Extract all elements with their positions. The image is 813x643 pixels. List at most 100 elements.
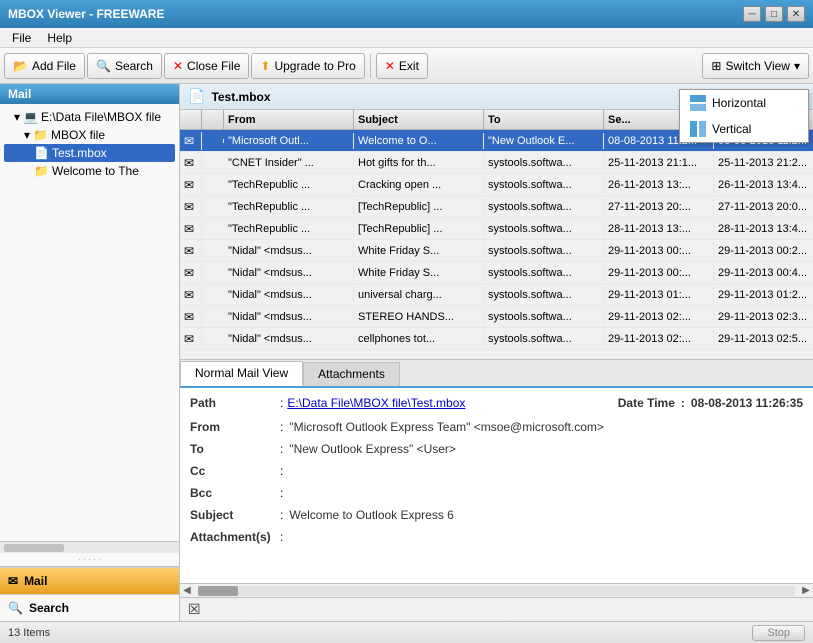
- table-row[interactable]: ✉ "Nidal" <mdsus... cellphones tot... sy…: [180, 328, 813, 350]
- tree-item-welcome[interactable]: 📁 Welcome to The: [4, 162, 175, 180]
- attachments-label: Attachment(s): [190, 530, 280, 544]
- minimize-button[interactable]: ─: [743, 6, 761, 22]
- preview-content: Path : E:\Data File\MBOX file\Test.mbox …: [180, 388, 813, 583]
- col-header-icon[interactable]: [180, 110, 202, 129]
- main-layout: Mail ▾ 💻 E:\Data File\MBOX file ▾ 📁 MBOX…: [0, 84, 813, 621]
- to-label: To: [190, 442, 280, 456]
- table-row[interactable]: ✉ "CNET Insider" ... Hot gifts for th...…: [180, 152, 813, 174]
- maximize-button[interactable]: □: [765, 6, 783, 22]
- switch-view-button[interactable]: ⊞ Switch View ▾: [702, 53, 809, 79]
- add-file-button[interactable]: 📂 Add File: [4, 53, 85, 79]
- preview-subject-row: Subject : Welcome to Outlook Express 6: [190, 508, 803, 522]
- preview-from-row: From : "Microsoft Outlook Express Team" …: [190, 420, 803, 434]
- envelope-icon: ✉: [184, 244, 194, 258]
- preview-panel: Normal Mail View Attachments Path : E:\D…: [180, 360, 813, 621]
- col-header-from[interactable]: From: [224, 110, 354, 129]
- table-row[interactable]: ✉ "TechRepublic ... Cracking open ... sy…: [180, 174, 813, 196]
- path-value[interactable]: E:\Data File\MBOX file\Test.mbox: [287, 396, 465, 410]
- right-panel: 📄 Test.mbox From Subject To Se... Receiv…: [180, 84, 813, 621]
- col-header-subject[interactable]: Subject: [354, 110, 484, 129]
- path-left: Path : E:\Data File\MBOX file\Test.mbox: [190, 396, 465, 410]
- left-panel-header: Mail: [0, 84, 179, 104]
- table-row[interactable]: ✉ "Nidal" <mdsus... universal charg... s…: [180, 284, 813, 306]
- table-row[interactable]: ✉ "TechRepublic ... [TechRepublic] ... s…: [180, 196, 813, 218]
- email-from: "Microsoft Outl...: [224, 133, 354, 149]
- bottom-nav: ✉ Mail 🔍 Search: [0, 566, 179, 621]
- path-right: Date Time : 08-08-2013 11:26:35: [618, 396, 803, 410]
- col-header-check[interactable]: [202, 110, 224, 129]
- datetime-value: 08-08-2013 11:26:35: [691, 396, 803, 410]
- preview-icon-bar: ☒: [180, 597, 813, 621]
- tree-item-mbox-folder[interactable]: ▾ 📁 MBOX file: [4, 126, 175, 144]
- preview-hscroll[interactable]: ◀ ▶: [180, 583, 813, 597]
- preview-bcc-row: Bcc :: [190, 486, 803, 500]
- tree-item-test-mbox[interactable]: 📄 Test.mbox: [4, 144, 175, 162]
- hscroll-track[interactable]: [198, 586, 795, 596]
- preview-attachments-row: Attachment(s) :: [190, 530, 803, 544]
- tab-attachments[interactable]: Attachments: [303, 362, 400, 386]
- hscroll-thumb[interactable]: [198, 586, 238, 596]
- status-bar: 13 Items Stop: [0, 621, 813, 643]
- file-name: Test.mbox: [211, 90, 270, 104]
- table-row[interactable]: ✉ "Nidal" <mdsus... White Friday S... sy…: [180, 240, 813, 262]
- preview-icon-btn[interactable]: ☒: [188, 601, 201, 618]
- switch-view-horizontal[interactable]: Horizontal: [680, 90, 808, 116]
- tab-normal-mail-view[interactable]: Normal Mail View: [180, 361, 303, 386]
- expand-icon: ▾: [14, 110, 20, 124]
- stop-button[interactable]: Stop: [752, 625, 805, 641]
- tree-area[interactable]: ▾ 💻 E:\Data File\MBOX file ▾ 📁 MBOX file…: [0, 104, 179, 541]
- envelope-icon: ✉: [184, 134, 194, 148]
- preview-tabs: Normal Mail View Attachments: [180, 360, 813, 388]
- resize-dots: · · · · ·: [0, 555, 179, 564]
- search-button[interactable]: 🔍 Search: [87, 53, 162, 79]
- upgrade-button[interactable]: ⬆ Upgrade to Pro: [251, 53, 364, 79]
- window-controls: ─ □ ✕: [743, 6, 805, 22]
- tree-item-drive[interactable]: ▾ 💻 E:\Data File\MBOX file: [4, 108, 175, 126]
- hscroll-left[interactable]: ◀: [180, 585, 194, 596]
- envelope-icon: ✉: [184, 288, 194, 302]
- switch-view-chevron: ▾: [794, 59, 800, 73]
- envelope-icon: ✉: [184, 156, 194, 170]
- exit-button[interactable]: ✕ Exit: [376, 53, 428, 79]
- envelope-icon: ✉: [184, 200, 194, 214]
- email-list[interactable]: ✉ "Microsoft Outl... Welcome to O... "Ne…: [180, 130, 813, 359]
- envelope-icon: ✉: [184, 332, 194, 346]
- toolbar: 📂 Add File 🔍 Search ✕ Close File ⬆ Upgra…: [0, 48, 813, 84]
- preview-cc-row: Cc :: [190, 464, 803, 478]
- tree-scrollbar-h[interactable]: [0, 541, 179, 553]
- preview-to-row: To : "New Outlook Express" <User>: [190, 442, 803, 456]
- menu-bar: File Help: [0, 28, 813, 48]
- nav-mail[interactable]: ✉ Mail: [0, 567, 179, 594]
- switch-view-vertical[interactable]: Vertical: [680, 116, 808, 142]
- file-icon: 📄: [34, 146, 49, 160]
- from-value: "Microsoft Outlook Express Team" <msoe@m…: [289, 420, 604, 434]
- hscroll-right[interactable]: ▶: [799, 585, 813, 596]
- email-to: "New Outlook E...: [484, 133, 604, 149]
- table-row[interactable]: ✉ "Nidal" <mdsus... STEREO HANDS... syst…: [180, 306, 813, 328]
- col-header-to[interactable]: To: [484, 110, 604, 129]
- horizontal-icon: [690, 95, 706, 111]
- datetime-label: Date Time: [618, 396, 675, 410]
- mail-icon: ✉: [8, 574, 18, 588]
- close-file-icon: ✕: [173, 59, 183, 73]
- vertical-icon: [690, 121, 706, 137]
- close-file-button[interactable]: ✕ Close File: [164, 53, 249, 79]
- envelope-icon: ✉: [184, 178, 194, 192]
- toolbar-separator: [370, 54, 371, 78]
- menu-help[interactable]: Help: [39, 29, 80, 47]
- email-check-cell: [202, 139, 224, 143]
- close-button[interactable]: ✕: [787, 6, 805, 22]
- switch-view-icon: ⊞: [711, 59, 721, 73]
- left-panel: Mail ▾ 💻 E:\Data File\MBOX file ▾ 📁 MBOX…: [0, 84, 180, 621]
- switch-view-container: ⊞ Switch View ▾ Horizontal Vertical: [702, 53, 809, 79]
- exit-icon: ✕: [385, 59, 395, 73]
- table-row[interactable]: ✉ "TechRepublic ... [TechRepublic] ... s…: [180, 218, 813, 240]
- cc-label: Cc: [190, 464, 280, 478]
- menu-file[interactable]: File: [4, 29, 39, 47]
- subfolder-icon: 📁: [34, 164, 49, 178]
- nav-search[interactable]: 🔍 Search: [0, 594, 179, 621]
- switch-view-dropdown: Horizontal Vertical: [679, 89, 809, 143]
- drive-icon: 💻: [23, 110, 38, 124]
- table-row[interactable]: ✉ "Nidal" <mdsus... White Friday S... sy…: [180, 262, 813, 284]
- window-title: MBOX Viewer - FREEWARE: [8, 7, 164, 21]
